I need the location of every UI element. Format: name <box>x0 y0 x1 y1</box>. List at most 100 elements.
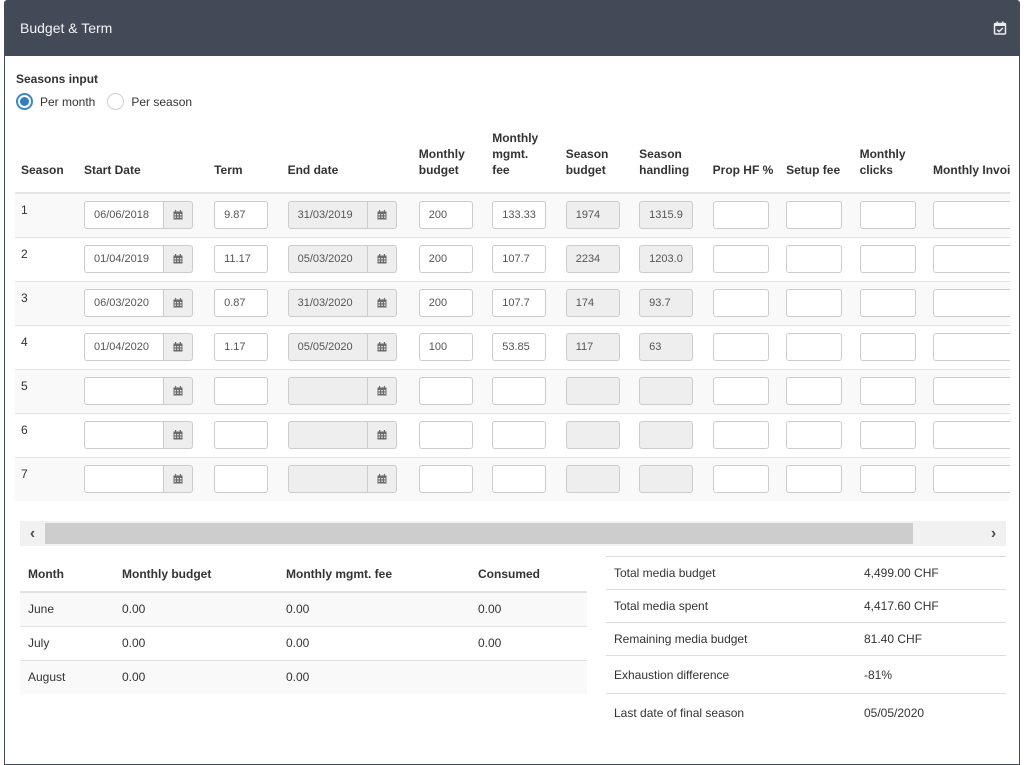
season-budget-input[interactable] <box>565 377 620 405</box>
setup-fee-input[interactable] <box>786 421 843 449</box>
calendar-icon[interactable] <box>163 377 193 405</box>
end-date-input[interactable]: 05/03/2020 <box>287 245 368 273</box>
prop-hf-input[interactable] <box>712 421 769 449</box>
monthly-mgmt-fee-input[interactable] <box>492 465 547 494</box>
monthly-invoice-input[interactable] <box>933 333 1010 361</box>
monthly-invoice-input[interactable] <box>933 201 1010 230</box>
calendar-icon[interactable] <box>367 289 397 317</box>
monthly-budget-input[interactable]: 200 <box>418 201 473 230</box>
season-budget-input[interactable]: 2234 <box>565 245 620 273</box>
monthly-clicks-input[interactable] <box>859 377 916 405</box>
calendar-icon[interactable] <box>163 333 193 361</box>
radio-per-season[interactable]: Per season <box>107 93 192 110</box>
radio-per-season-circle[interactable] <box>107 93 125 110</box>
end-date-input[interactable] <box>287 377 368 405</box>
monthly-clicks-input[interactable] <box>859 333 916 361</box>
setup-fee-input[interactable] <box>786 289 843 317</box>
setup-fee-input[interactable] <box>786 245 843 273</box>
season-budget-input[interactable]: 117 <box>565 333 620 361</box>
horizontal-scrollbar[interactable]: ‹ › <box>20 521 1006 546</box>
monthly-invoice-input[interactable] <box>933 289 1010 317</box>
calendar-icon[interactable] <box>163 201 193 230</box>
radio-per-month-circle[interactable] <box>16 93 33 110</box>
prop-hf-input[interactable] <box>712 289 769 317</box>
season-handling-input[interactable] <box>639 421 694 449</box>
monthly-mgmt-fee-input[interactable]: 133.33 <box>492 201 547 230</box>
monthly-budget-input[interactable] <box>418 377 473 405</box>
prop-hf-input[interactable] <box>712 465 769 494</box>
calendar-icon[interactable] <box>163 245 193 273</box>
calendar-icon[interactable] <box>163 289 193 317</box>
calendar-icon[interactable] <box>367 245 397 273</box>
term-input[interactable]: 0.87 <box>214 289 269 317</box>
season-handling-input[interactable] <box>639 465 694 494</box>
calendar-icon[interactable] <box>367 377 397 405</box>
start-date-input[interactable]: 06/06/2018 <box>83 201 164 230</box>
season-handling-input[interactable]: 1203.0 <box>639 245 694 273</box>
calendar-check-icon[interactable] <box>993 21 1007 35</box>
start-date-input[interactable]: 01/04/2020 <box>83 333 164 361</box>
end-date-input[interactable]: 31/03/2020 <box>287 289 368 317</box>
monthly-budget-input[interactable]: 100 <box>418 333 473 361</box>
prop-hf-input[interactable] <box>712 245 769 273</box>
season-budget-input[interactable]: 1974 <box>565 201 620 230</box>
monthly-invoice-input[interactable] <box>933 421 1010 449</box>
setup-fee-input[interactable] <box>786 465 843 494</box>
radio-per-month[interactable]: Per month <box>16 93 95 110</box>
season-handling-input[interactable]: 93.7 <box>639 289 694 317</box>
start-date-input[interactable] <box>83 421 164 449</box>
calendar-icon[interactable] <box>163 421 193 449</box>
monthly-invoice-input[interactable] <box>933 465 1010 494</box>
scroll-right-arrow-icon[interactable]: › <box>981 521 1006 546</box>
term-input[interactable]: 1.17 <box>214 333 269 361</box>
monthly-budget-input[interactable] <box>418 421 473 449</box>
term-input[interactable] <box>214 465 269 494</box>
monthly-mgmt-fee-input[interactable] <box>492 377 547 405</box>
monthly-mgmt-fee-input[interactable]: 107.7 <box>492 245 547 273</box>
monthly-budget-input[interactable]: 200 <box>418 289 473 317</box>
term-input[interactable] <box>214 377 269 405</box>
calendar-icon[interactable] <box>163 465 193 494</box>
setup-fee-input[interactable] <box>786 201 843 230</box>
monthly-budget-input[interactable] <box>418 465 473 494</box>
season-budget-input[interactable]: 174 <box>565 289 620 317</box>
monthly-invoice-input[interactable] <box>933 245 1010 273</box>
monthly-budget-input[interactable]: 200 <box>418 245 473 273</box>
start-date-input[interactable] <box>83 465 164 494</box>
start-date-input[interactable]: 01/04/2019 <box>83 245 164 273</box>
scrollbar-thumb[interactable] <box>45 523 913 544</box>
end-date-input[interactable] <box>287 465 368 494</box>
monthly-mgmt-fee-input[interactable]: 107.7 <box>492 289 547 317</box>
end-date-input[interactable]: 05/05/2020 <box>287 333 368 361</box>
start-date-input[interactable]: 06/03/2020 <box>83 289 164 317</box>
setup-fee-input[interactable] <box>786 377 843 405</box>
monthly-clicks-input[interactable] <box>859 201 916 230</box>
prop-hf-input[interactable] <box>712 377 769 405</box>
monthly-mgmt-fee-input[interactable] <box>492 421 547 449</box>
monthly-clicks-input[interactable] <box>859 245 916 273</box>
monthly-clicks-input[interactable] <box>859 421 916 449</box>
season-handling-input[interactable] <box>639 377 694 405</box>
monthly-clicks-input[interactable] <box>859 465 916 494</box>
season-budget-input[interactable] <box>565 465 620 494</box>
calendar-icon[interactable] <box>367 421 397 449</box>
term-input[interactable] <box>214 421 269 449</box>
season-handling-input[interactable]: 63 <box>639 333 694 361</box>
calendar-icon[interactable] <box>367 201 397 230</box>
prop-hf-input[interactable] <box>712 333 769 361</box>
end-date-input[interactable] <box>287 421 368 449</box>
monthly-clicks-input[interactable] <box>859 289 916 317</box>
term-input[interactable]: 9.87 <box>214 201 269 230</box>
term-input[interactable]: 11.17 <box>214 245 269 273</box>
calendar-icon[interactable] <box>367 465 397 494</box>
season-handling-input[interactable]: 1315.9 <box>639 201 694 230</box>
scroll-left-arrow-icon[interactable]: ‹ <box>20 521 45 546</box>
calendar-icon[interactable] <box>367 333 397 361</box>
monthly-mgmt-fee-input[interactable]: 53.85 <box>492 333 547 361</box>
monthly-invoice-input[interactable] <box>933 377 1010 405</box>
prop-hf-input[interactable] <box>712 201 769 230</box>
setup-fee-input[interactable] <box>786 333 843 361</box>
start-date-input[interactable] <box>83 377 164 405</box>
season-budget-input[interactable] <box>565 421 620 449</box>
end-date-input[interactable]: 31/03/2019 <box>287 201 368 230</box>
